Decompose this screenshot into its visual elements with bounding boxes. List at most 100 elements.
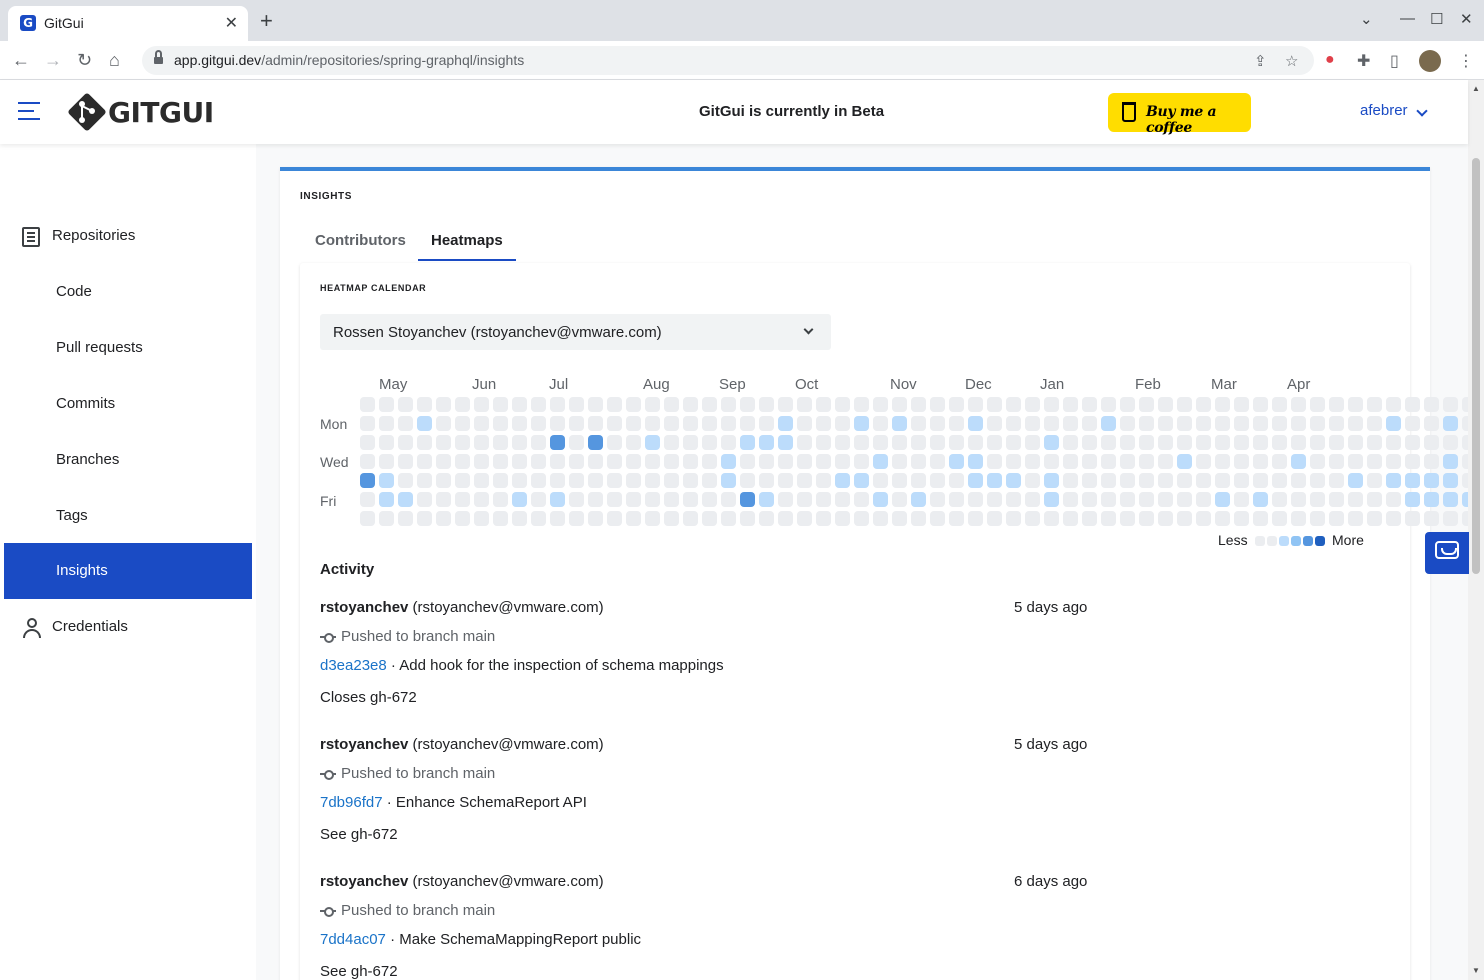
heatmap-day-cell[interactable] — [873, 397, 888, 412]
heatmap-day-cell[interactable] — [1348, 435, 1363, 450]
heatmap-day-cell[interactable] — [1215, 473, 1230, 488]
heatmap-day-cell[interactable] — [455, 492, 470, 507]
heatmap-day-cell[interactable] — [626, 492, 641, 507]
heatmap-day-cell[interactable] — [1272, 492, 1287, 507]
heatmap-day-cell[interactable] — [949, 416, 964, 431]
heatmap-day-cell[interactable] — [626, 454, 641, 469]
heatmap-day-cell[interactable] — [1120, 511, 1135, 526]
heatmap-day-cell[interactable] — [1215, 435, 1230, 450]
heatmap-day-cell[interactable] — [1424, 416, 1439, 431]
heatmap-day-cell[interactable] — [968, 492, 983, 507]
heatmap-day-cell[interactable] — [1272, 397, 1287, 412]
heatmap-day-cell[interactable] — [607, 435, 622, 450]
heatmap-day-cell[interactable] — [721, 511, 736, 526]
heatmap-day-cell[interactable] — [588, 416, 603, 431]
heatmap-day-cell[interactable] — [911, 473, 926, 488]
heatmap-day-cell[interactable] — [626, 473, 641, 488]
heatmap-day-cell[interactable] — [778, 473, 793, 488]
heatmap-day-cell[interactable] — [835, 511, 850, 526]
heatmap-day-cell[interactable] — [1443, 435, 1458, 450]
heatmap-day-cell[interactable] — [1253, 435, 1268, 450]
heatmap-day-cell[interactable] — [1291, 473, 1306, 488]
heatmap-day-cell[interactable] — [474, 511, 489, 526]
heatmap-day-cell[interactable] — [1101, 397, 1116, 412]
heatmap-day-cell[interactable] — [1443, 473, 1458, 488]
heatmap-day-cell[interactable] — [379, 416, 394, 431]
heatmap-day-cell[interactable] — [854, 416, 869, 431]
lock-icon[interactable] — [154, 50, 163, 65]
heatmap-day-cell[interactable] — [759, 435, 774, 450]
heatmap-day-cell[interactable] — [1234, 492, 1249, 507]
heatmap-day-cell[interactable] — [702, 454, 717, 469]
heatmap-day-cell[interactable] — [1272, 416, 1287, 431]
heatmap-day-cell[interactable] — [360, 397, 375, 412]
heatmap-day-cell[interactable] — [1272, 511, 1287, 526]
heatmap-day-cell[interactable] — [1063, 473, 1078, 488]
heatmap-day-cell[interactable] — [1291, 435, 1306, 450]
heatmap-day-cell[interactable] — [664, 397, 679, 412]
heatmap-day-cell[interactable] — [1367, 473, 1382, 488]
heatmap-day-cell[interactable] — [1177, 473, 1192, 488]
page-scrollbar[interactable]: ▲ ▼ — [1468, 80, 1484, 980]
heatmap-day-cell[interactable] — [835, 435, 850, 450]
heatmap-day-cell[interactable] — [1177, 416, 1192, 431]
heatmap-day-cell[interactable] — [1234, 435, 1249, 450]
contributor-select[interactable]: Rossen Stoyanchev (rstoyanchev@vmware.co… — [320, 314, 831, 350]
heatmap-day-cell[interactable] — [1044, 454, 1059, 469]
profile-avatar[interactable] — [1419, 50, 1441, 72]
heatmap-day-cell[interactable] — [1158, 416, 1173, 431]
user-menu[interactable]: afebrer — [1360, 102, 1408, 119]
heatmap-day-cell[interactable] — [1405, 511, 1420, 526]
heatmap-day-cell[interactable] — [1101, 473, 1116, 488]
heatmap-day-cell[interactable] — [911, 454, 926, 469]
heatmap-day-cell[interactable] — [1215, 511, 1230, 526]
forward-icon[interactable]: → — [44, 50, 62, 70]
chevron-down-icon[interactable] — [1416, 105, 1428, 117]
heatmap-day-cell[interactable] — [607, 416, 622, 431]
heatmap-day-cell[interactable] — [569, 416, 584, 431]
heatmap-day-cell[interactable] — [1177, 397, 1192, 412]
heatmap-day-cell[interactable] — [1310, 511, 1325, 526]
heatmap-day-cell[interactable] — [1158, 511, 1173, 526]
heatmap-day-cell[interactable] — [664, 435, 679, 450]
heatmap-day-cell[interactable] — [816, 416, 831, 431]
commit-sha-link[interactable]: 7db96fd7 — [320, 794, 383, 811]
heatmap-day-cell[interactable] — [1405, 397, 1420, 412]
heatmap-day-cell[interactable] — [1367, 416, 1382, 431]
heatmap-day-cell[interactable] — [1405, 435, 1420, 450]
heatmap-day-cell[interactable] — [588, 492, 603, 507]
heatmap-day-cell[interactable] — [550, 511, 565, 526]
heatmap-day-cell[interactable] — [949, 454, 964, 469]
heatmap-day-cell[interactable] — [1329, 397, 1344, 412]
heatmap-day-cell[interactable] — [1025, 397, 1040, 412]
heatmap-day-cell[interactable] — [1025, 435, 1040, 450]
heatmap-day-cell[interactable] — [930, 492, 945, 507]
heatmap-day-cell[interactable] — [1158, 435, 1173, 450]
heatmap-day-cell[interactable] — [1139, 416, 1154, 431]
heatmap-day-cell[interactable] — [607, 473, 622, 488]
heatmap-day-cell[interactable] — [1025, 492, 1040, 507]
heatmap-day-cell[interactable] — [1386, 397, 1401, 412]
heatmap-day-cell[interactable] — [1234, 416, 1249, 431]
heatmap-day-cell[interactable] — [664, 473, 679, 488]
heatmap-day-cell[interactable] — [1120, 473, 1135, 488]
heatmap-day-cell[interactable] — [1120, 454, 1135, 469]
heatmap-day-cell[interactable] — [1082, 435, 1097, 450]
heatmap-day-cell[interactable] — [797, 473, 812, 488]
heatmap-day-cell[interactable] — [1386, 492, 1401, 507]
tab-contributors[interactable]: Contributors — [302, 223, 419, 261]
heatmap-day-cell[interactable] — [360, 473, 375, 488]
heatmap-day-cell[interactable] — [968, 397, 983, 412]
heatmap-day-cell[interactable] — [911, 435, 926, 450]
heatmap-day-cell[interactable] — [626, 416, 641, 431]
heatmap-day-cell[interactable] — [1215, 492, 1230, 507]
heatmap-day-cell[interactable] — [1120, 435, 1135, 450]
heatmap-day-cell[interactable] — [1272, 435, 1287, 450]
heatmap-day-cell[interactable] — [379, 397, 394, 412]
heatmap-day-cell[interactable] — [1120, 492, 1135, 507]
heatmap-day-cell[interactable] — [1101, 511, 1116, 526]
heatmap-day-cell[interactable] — [1253, 473, 1268, 488]
heatmap-day-cell[interactable] — [949, 397, 964, 412]
heatmap-day-cell[interactable] — [360, 511, 375, 526]
sidebar-item-tags[interactable]: Tags — [0, 488, 252, 544]
